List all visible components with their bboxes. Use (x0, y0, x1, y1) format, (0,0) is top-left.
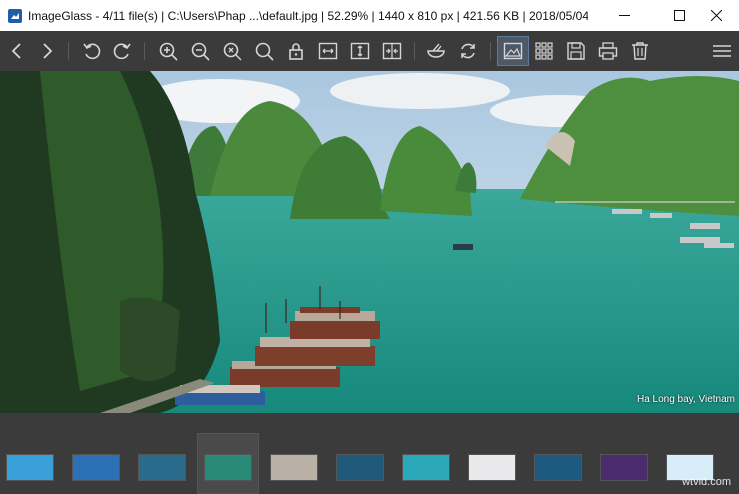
toolbar (0, 31, 739, 71)
minimize-icon (618, 15, 630, 16)
checkerboard-button[interactable] (422, 37, 450, 65)
print-icon (598, 42, 618, 60)
zoom-fit-button[interactable] (218, 37, 246, 65)
bowl-icon (427, 43, 445, 58)
thumbnail-item[interactable] (468, 454, 516, 481)
trash-icon (632, 42, 648, 60)
toolbar-separator (414, 42, 415, 60)
halong-bay-photo (0, 71, 739, 413)
refresh-button[interactable] (454, 37, 482, 65)
print-button[interactable] (594, 37, 622, 65)
grid-button[interactable] (530, 37, 558, 65)
rotate-left-icon (83, 43, 101, 60)
thumbnail-item-selected[interactable] (204, 454, 252, 481)
lock-zoom-button[interactable] (282, 37, 310, 65)
minimize-button[interactable] (601, 0, 647, 31)
magnifier-icon (255, 42, 274, 61)
thumbnail-item[interactable] (138, 454, 186, 481)
zoom-out-button[interactable] (186, 37, 214, 65)
scale-width-button[interactable] (314, 37, 342, 65)
close-icon (710, 10, 722, 21)
grid-icon (535, 42, 553, 60)
zoom-in-button[interactable] (154, 37, 182, 65)
image-viewer[interactable]: Ha Long bay, Vietnam (0, 71, 739, 413)
imageglass-app-icon[interactable] (8, 8, 22, 23)
toolbar-separator (490, 42, 491, 60)
image-caption: Ha Long bay, Vietnam (636, 394, 735, 405)
scale-width-icon (318, 42, 338, 60)
zoom-out-icon (191, 42, 210, 61)
thumbnail-item[interactable] (336, 454, 384, 481)
thumbnail-item[interactable] (72, 454, 120, 481)
scale-height-icon (350, 42, 370, 60)
forward-button[interactable] (33, 37, 61, 65)
back-button[interactable] (3, 37, 31, 65)
rotate-right-icon (113, 43, 131, 60)
save-icon (567, 42, 585, 60)
auto-zoom-button[interactable] (378, 37, 406, 65)
refresh-icon (461, 43, 475, 59)
rotate-left-button[interactable] (78, 37, 106, 65)
save-button[interactable] (562, 37, 590, 65)
toolbar-separator (68, 42, 69, 60)
chevron-right-icon (43, 43, 53, 59)
thumbnail-item[interactable] (402, 454, 450, 481)
thumbnail-item[interactable] (600, 454, 648, 481)
maximize-icon (673, 10, 685, 21)
window-title: ImageGlass - 4/11 file(s) | C:\Users\Pha… (28, 8, 588, 23)
hamburger-icon (713, 45, 731, 57)
rotate-right-button[interactable] (108, 37, 136, 65)
thumbnail-bar: wtvid.com (0, 413, 739, 494)
lock-icon (289, 43, 303, 60)
title-bar: ImageGlass - 4/11 file(s) | C:\Users\Pha… (0, 0, 739, 31)
thumbnail-item[interactable] (534, 454, 582, 481)
zoom-fit-icon (223, 42, 242, 61)
thumbnail-item[interactable] (6, 454, 54, 481)
thumbnail-item[interactable] (270, 454, 318, 481)
watermark: wtvid.com (682, 476, 731, 488)
close-button[interactable] (693, 0, 739, 31)
main-menu-button[interactable] (708, 37, 736, 65)
thumbnail-bar-button[interactable] (497, 36, 529, 66)
toolbar-separator (144, 42, 145, 60)
zoom-in-icon (159, 42, 178, 61)
actual-size-button[interactable] (250, 37, 278, 65)
scale-height-button[interactable] (346, 37, 374, 65)
image-icon (503, 42, 523, 60)
delete-button[interactable] (626, 37, 654, 65)
chevron-left-icon (11, 43, 21, 59)
auto-zoom-icon (382, 42, 402, 60)
